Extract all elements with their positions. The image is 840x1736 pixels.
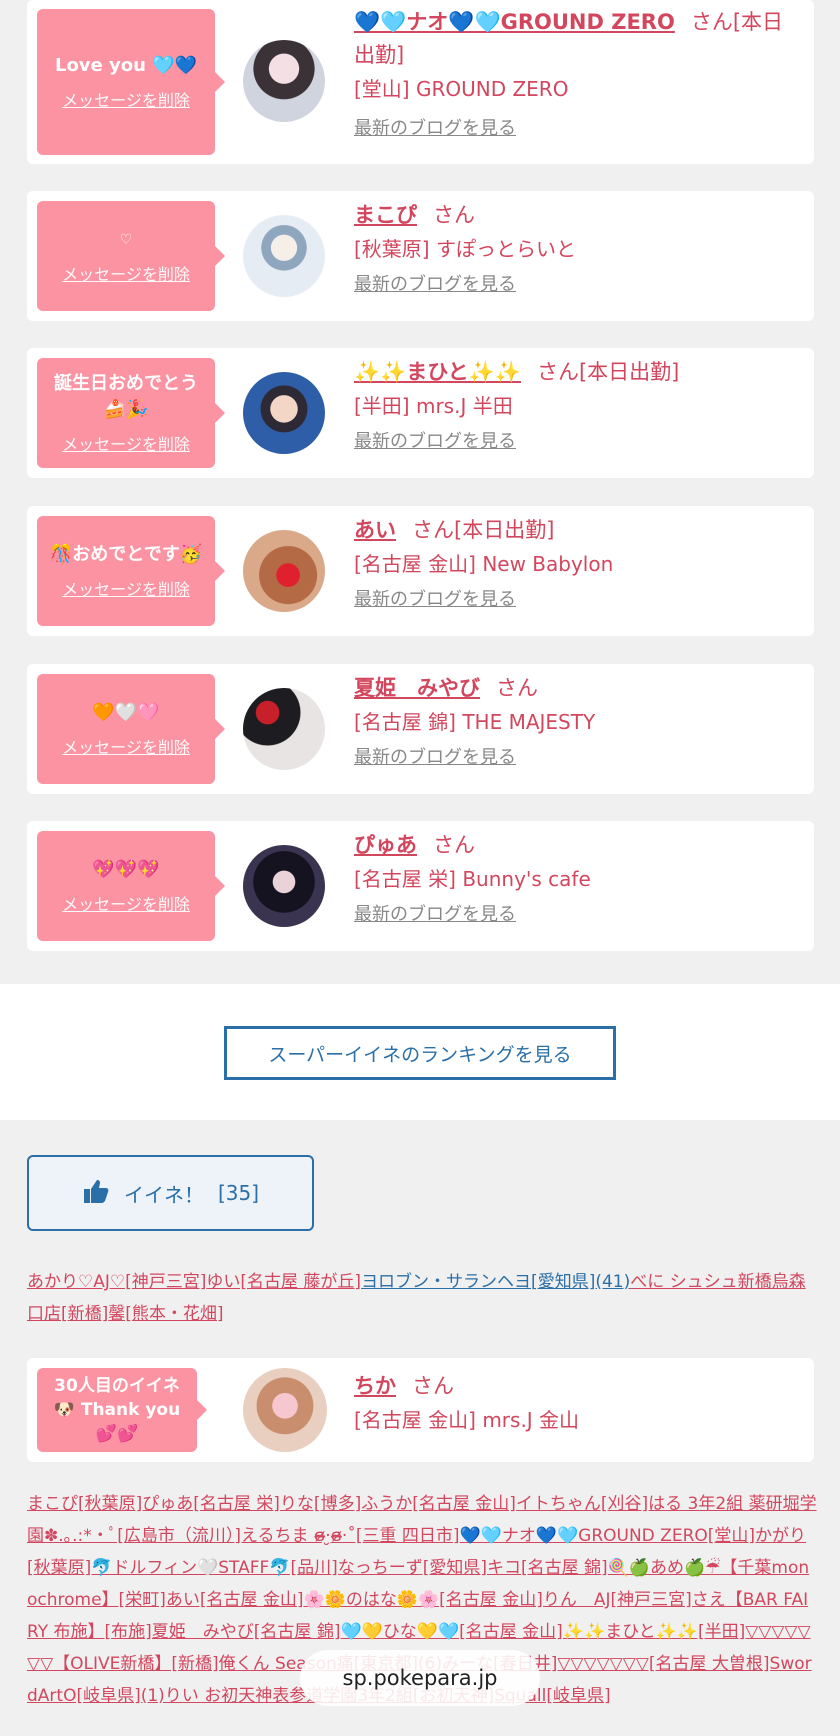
message-text: Love you 🩵💙 [54, 55, 198, 76]
san-label: さん [433, 833, 475, 857]
iine-label: イイネ！ [123, 1182, 204, 1207]
delete-message-link[interactable]: メッセージを削除 [62, 431, 190, 455]
liker-link[interactable]: ヨロブン・サランヘヨ[愛知県](41) [361, 1272, 630, 1292]
blog-link[interactable]: 最新のブログを見る [354, 741, 804, 775]
message-card: ♡ メッセージを削除 まこぴ さん [秋葉原] すぽっとらいと 最新のブログを見る [27, 191, 814, 321]
delete-message-link[interactable]: メッセージを削除 [62, 87, 190, 111]
message-bubble: 30人目のイイネ🐶 Thank you💕💕 [37, 1368, 207, 1452]
message-bubble: Love you 🩵💙 メッセージを削除 [37, 9, 225, 155]
shop-label: [秋葉原] すぽっとらいと [354, 237, 576, 261]
message-card: 誕生日おめでとう🍰🎉 メッセージを削除 ✨✨まひと✨✨ さん[本日出勤] [半田]… [27, 348, 814, 478]
liker-card: 30人目のイイネ🐶 Thank you💕💕 ちか さん [名古屋 金山] mrs.… [27, 1358, 814, 1462]
avatar[interactable] [243, 40, 325, 122]
cast-name-link[interactable]: まこぴ [354, 203, 417, 227]
iine-button[interactable]: イイネ！ [35] [27, 1155, 314, 1231]
message-card: Love you 🩵💙 メッセージを削除 💙🩵ナオ💙🩵GROUND ZERO さん… [27, 0, 814, 164]
cast-name-link[interactable]: ちか [354, 1374, 396, 1398]
thumbs-up-icon [82, 1178, 110, 1209]
liker-link[interactable]: 馨[熊本・花畑] [108, 1304, 223, 1324]
message-bubble: 💖💖💖 メッセージを削除 [37, 831, 225, 941]
shop-label: [名古屋 金山] New Babylon [354, 552, 614, 576]
san-label: さん [433, 203, 475, 227]
blog-link[interactable]: 最新のブログを見る [354, 425, 804, 459]
shop-label: [半田] mrs.J 半田 [354, 394, 513, 418]
blog-link[interactable]: 最新のブログを見る [354, 268, 804, 302]
san-label: さん[本日出勤] [412, 518, 555, 542]
message-text: 🧡🤍🩷 [92, 702, 160, 723]
message-text: 誕生日おめでとう🍰🎉 [54, 373, 198, 420]
message-text: 🎊おめでとです🥳 [49, 544, 203, 565]
avatar[interactable] [243, 372, 325, 454]
message-card: 🎊おめでとです🥳 メッセージを削除 あい さん[本日出勤] [名古屋 金山] Ne… [27, 506, 814, 636]
cast-name-link[interactable]: 夏姫 みやび [354, 676, 480, 700]
delete-message-link[interactable]: メッセージを削除 [62, 261, 190, 285]
cast-name-link[interactable]: ぴゅあ [354, 833, 417, 857]
delete-message-link[interactable]: メッセージを削除 [62, 576, 190, 600]
message-text: 💖💖💖 [92, 859, 160, 880]
cast-name-link[interactable]: ✨✨まひと✨✨ [354, 360, 521, 384]
delete-message-link[interactable]: メッセージを削除 [62, 891, 190, 915]
avatar[interactable] [243, 688, 325, 770]
url-bar[interactable]: sp.pokepara.jp [300, 1650, 540, 1706]
liker-link[interactable]: あかり♡AJ♡[神戸三宮] [27, 1272, 206, 1292]
super-iine-ranking-button[interactable]: スーパーイイネのランキングを見る [224, 1026, 616, 1080]
message-card: 🧡🤍🩷 メッセージを削除 夏姫 みやび さん [名古屋 錦] THE MAJEST… [27, 664, 814, 794]
message-text: 30人目のイイネ🐶 Thank you💕💕 [53, 1376, 181, 1444]
shop-label: [名古屋 栄] Bunny's cafe [354, 867, 591, 891]
liker-link[interactable]: ゆい[名古屋 藤が丘] [206, 1272, 361, 1292]
shop-label: [堂山] GROUND ZERO [354, 77, 569, 101]
message-bubble: 誕生日おめでとう🍰🎉 メッセージを削除 [37, 358, 225, 468]
avatar[interactable] [243, 1368, 327, 1452]
blog-link[interactable]: 最新のブログを見る [354, 112, 804, 146]
san-label: さん[本日出勤] [536, 360, 680, 384]
message-text: ♡ [119, 232, 133, 248]
blog-link[interactable]: 最新のブログを見る [354, 583, 804, 617]
iine-count: [35] [217, 1181, 260, 1205]
san-label: さん [496, 676, 538, 700]
avatar[interactable] [243, 215, 325, 297]
message-list: Love you 🩵💙 メッセージを削除 💙🩵ナオ💙🩵GROUND ZERO さん… [0, 0, 840, 984]
blog-link[interactable]: 最新のブログを見る [354, 898, 804, 932]
message-bubble: ♡ メッセージを削除 [37, 201, 225, 311]
avatar[interactable] [243, 530, 325, 612]
shop-label: [名古屋 錦] THE MAJESTY [354, 710, 596, 734]
avatar[interactable] [243, 845, 325, 927]
message-bubble: 🧡🤍🩷 メッセージを削除 [37, 674, 225, 784]
cast-name-link[interactable]: 💙🩵ナオ💙🩵GROUND ZERO [354, 10, 675, 34]
shop-label: [名古屋 金山] mrs.J 金山 [354, 1408, 580, 1432]
delete-message-link[interactable]: メッセージを削除 [62, 734, 190, 758]
message-card: 💖💖💖 メッセージを削除 ぴゅあ さん [名古屋 栄] Bunny's cafe … [27, 821, 814, 951]
cast-name-link[interactable]: あい [354, 518, 396, 542]
message-bubble: 🎊おめでとです🥳 メッセージを削除 [37, 516, 225, 626]
liker-list: あかり♡AJ♡[神戸三宮]ゆい[名古屋 藤が丘]ヨロブン・サランヘヨ[愛知県](… [27, 1266, 817, 1330]
san-label: さん [412, 1374, 454, 1398]
